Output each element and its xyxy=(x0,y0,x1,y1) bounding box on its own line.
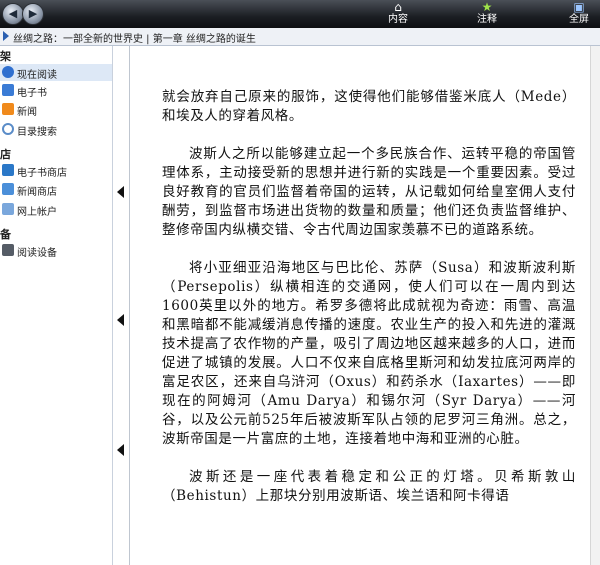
account-icon xyxy=(2,203,14,215)
section-devices: 备 xyxy=(0,228,11,241)
section-library: 架 xyxy=(0,50,11,63)
star-icon: ★ xyxy=(481,0,493,14)
paragraph: 波斯还是一座代表着稳定和公正的灯塔。贝希斯敦山（Behistun）上那块分别用波… xyxy=(162,469,576,504)
store-icon xyxy=(2,164,14,176)
paragraph: 波斯人之所以能够建立起一个多民族合作、运转平稳的帝国管理体系，主动接受新的思想并… xyxy=(162,146,576,238)
sidebar-item-news-store[interactable]: 新闻商店 xyxy=(0,181,112,198)
collapse-arrow-icon[interactable] xyxy=(117,444,124,456)
book-icon xyxy=(2,84,14,96)
notes-label: 注释 xyxy=(477,14,497,25)
paragraph: 将小亚细亚沿海地区与巴比伦、苏萨（Susa）和波斯波利斯（Persepolis）… xyxy=(162,260,576,447)
sidebar-item-catalog-search[interactable]: 目录搜索 xyxy=(0,121,112,138)
rss-icon xyxy=(2,103,14,115)
sidebar-item-news[interactable]: 新闻 xyxy=(0,101,112,118)
back-button[interactable]: ◀ xyxy=(2,3,24,25)
sidebar-item-label: 现在阅读 xyxy=(17,70,57,81)
sidebar-item-ebooks[interactable]: 电子书 xyxy=(0,82,112,99)
fullscreen-button[interactable]: ▣ 全屏 xyxy=(562,1,596,27)
sidebar-item-label: 新闻商店 xyxy=(17,187,57,198)
sidebar-item-label: 新闻 xyxy=(17,107,37,118)
search-icon xyxy=(2,123,14,135)
notes-button[interactable]: ★ 注释 xyxy=(470,1,504,27)
collapse-arrow-icon[interactable] xyxy=(117,314,124,326)
paragraph: 就会放弃自己原来的服饰，这使得他们能够借鉴米底人（Mede）和埃及人的穿着风格。 xyxy=(162,89,576,124)
play-icon xyxy=(2,66,14,78)
sidebar-item-now-reading[interactable]: 现在阅读 xyxy=(0,64,112,81)
sidebar-item-label: 网上帐户 xyxy=(17,207,57,218)
sidebar-item-online-account[interactable]: 网上帐户 xyxy=(0,201,112,218)
news-store-icon xyxy=(2,183,14,195)
monitor-icon: ▣ xyxy=(573,0,585,14)
reading-pane[interactable]: 就会放弃自己原来的服饰，这使得他们能够借鉴米底人（Mede）和埃及人的穿着风格。… xyxy=(130,46,590,565)
content-label: 内容 xyxy=(388,14,408,25)
top-toolbar: ◀ ▶ ⌂ 内容 ★ 注释 ▣ 全屏 xyxy=(0,0,600,29)
fullscreen-label: 全屏 xyxy=(569,14,589,25)
sidebar-item-reading-device[interactable]: 阅读设备 xyxy=(0,242,112,259)
section-store: 店 xyxy=(0,148,11,161)
sidebar-item-label: 电子书商店 xyxy=(17,168,67,179)
sidebar: 架 现在阅读 电子书 新闻 目录搜索 店 电子书商店 新闻商店 网上帐户 备 阅… xyxy=(0,46,113,565)
breadcrumb-arrow-icon xyxy=(3,31,9,41)
sidebar-item-label: 电子书 xyxy=(17,88,47,99)
breadcrumb: 丝绸之路：一部全新的世界史 | 第一章 丝绸之路的诞生 xyxy=(13,34,256,45)
collapse-arrow-icon[interactable] xyxy=(117,186,124,198)
breadcrumb-bar: 丝绸之路：一部全新的世界史 | 第一章 丝绸之路的诞生 xyxy=(0,28,600,46)
content-button[interactable]: ⌂ 内容 xyxy=(382,1,414,27)
sidebar-item-ebook-store[interactable]: 电子书商店 xyxy=(0,162,112,179)
sidebar-item-label: 目录搜索 xyxy=(17,127,57,138)
device-icon xyxy=(2,244,14,256)
page-text: 就会放弃自己原来的服饰，这使得他们能够借鉴米底人（Mede）和埃及人的穿着风格。… xyxy=(162,88,576,525)
sidebar-collapse-strip xyxy=(113,46,129,565)
home-icon: ⌂ xyxy=(394,0,402,14)
vertical-scrollbar[interactable] xyxy=(590,46,600,565)
sidebar-item-label: 阅读设备 xyxy=(17,248,57,259)
forward-button[interactable]: ▶ xyxy=(22,3,44,25)
